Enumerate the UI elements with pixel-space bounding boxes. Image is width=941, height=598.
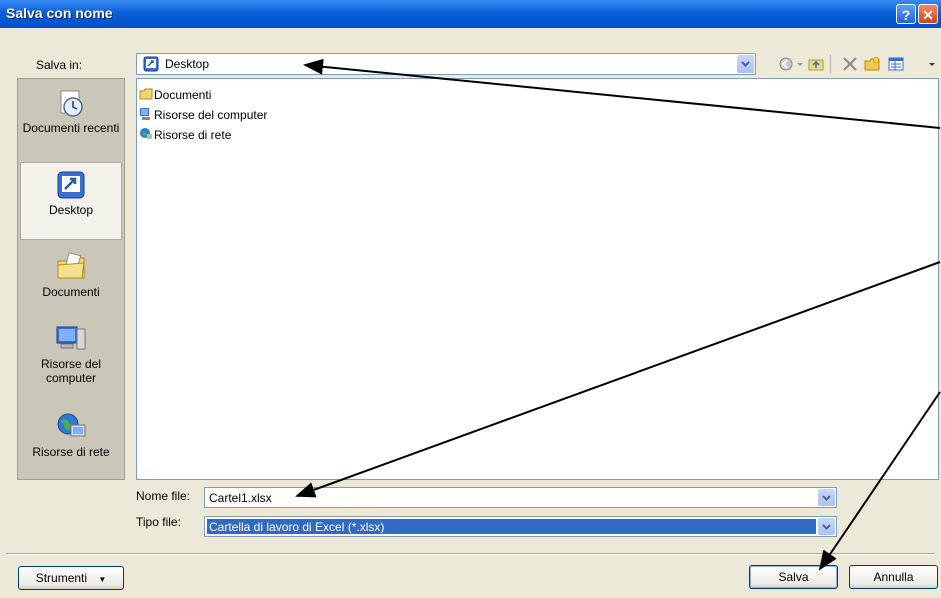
chevron-down-icon[interactable] <box>818 489 835 506</box>
chevron-down-icon[interactable] <box>818 518 835 535</box>
desktop-icon <box>57 171 85 199</box>
cancel-button[interactable]: Annulla <box>849 565 938 589</box>
up-folder-icon[interactable] <box>808 56 824 72</box>
place-label: Documenti recenti <box>22 121 120 135</box>
dialog-title: Salva con nome <box>6 5 113 21</box>
tools-label: Strumenti <box>35 571 88 585</box>
folder-icon <box>139 88 153 100</box>
title-bar[interactable]: Salva con nome ? ✕ <box>0 0 941 28</box>
help-button[interactable]: ? <box>896 4 916 24</box>
footer-divider-highlight <box>6 554 935 555</box>
views-menu-icon[interactable] <box>888 56 904 72</box>
place-network[interactable]: Risorse di rete <box>20 405 122 475</box>
network-icon <box>140 128 152 139</box>
dropdown-icon[interactable] <box>796 60 804 68</box>
save-in-label: Salva in: <box>36 58 83 72</box>
save-label: Salva <box>778 570 809 584</box>
place-documents[interactable]: Documenti <box>20 245 122 315</box>
computer-icon <box>56 326 86 350</box>
desktop-icon <box>143 56 159 72</box>
list-item[interactable]: Documenti <box>139 87 211 103</box>
cancel-label: Annulla <box>873 570 914 584</box>
filename-input[interactable]: Cartel1.xlsx <box>204 487 837 508</box>
filename-value: Cartel1.xlsx <box>209 491 272 505</box>
file-name: Documenti <box>154 88 212 102</box>
close-button[interactable]: ✕ <box>918 4 938 24</box>
save-as-dialog: Salva con nome ? ✕ Salva in: Desktop Doc… <box>0 0 941 598</box>
save-in-combo[interactable]: Desktop <box>136 53 756 75</box>
place-recent-documents[interactable]: Documenti recenti <box>20 81 122 159</box>
filename-label: Nome file: <box>136 489 191 503</box>
documents-folder-icon <box>57 252 85 279</box>
place-label: Desktop <box>48 203 94 217</box>
place-label: Risorse del computer <box>40 357 102 385</box>
filetype-label: Tipo file: <box>136 515 181 529</box>
file-name: Risorse del computer <box>154 108 268 122</box>
chevron-down-icon[interactable] <box>737 55 754 73</box>
save-in-value: Desktop <box>165 57 210 71</box>
delete-icon[interactable] <box>842 56 858 72</box>
new-folder-icon[interactable] <box>864 56 880 72</box>
place-label: Risorse di rete <box>32 445 110 459</box>
filetype-select[interactable]: Cartella di lavoro di Excel (*.xlsx) <box>204 516 837 537</box>
file-name: Risorse di rete <box>154 128 232 142</box>
file-list[interactable]: Documenti Risorse del computer Risorse d… <box>136 78 939 480</box>
filetype-value: Cartella di lavoro di Excel (*.xlsx) <box>209 520 385 534</box>
views-dropdown-icon[interactable] <box>928 60 936 68</box>
list-item[interactable]: Risorse di rete <box>139 127 231 143</box>
places-bar: Documenti recenti Desktop Documenti Riso… <box>17 78 125 480</box>
list-item[interactable]: Risorse del computer <box>139 107 267 123</box>
computer-icon <box>140 108 150 120</box>
dropdown-arrow-icon: ▼ <box>98 575 107 584</box>
toolbar-divider <box>830 55 831 73</box>
recent-documents-icon <box>60 90 83 117</box>
place-label: Documenti <box>42 285 100 299</box>
place-desktop[interactable]: Desktop <box>20 162 122 240</box>
network-icon <box>57 413 86 437</box>
tools-button[interactable]: Strumenti ▼ <box>18 566 124 590</box>
place-my-computer[interactable]: Risorse del computer <box>20 317 122 403</box>
back-icon[interactable] <box>778 56 794 72</box>
save-button[interactable]: Salva <box>749 565 838 589</box>
